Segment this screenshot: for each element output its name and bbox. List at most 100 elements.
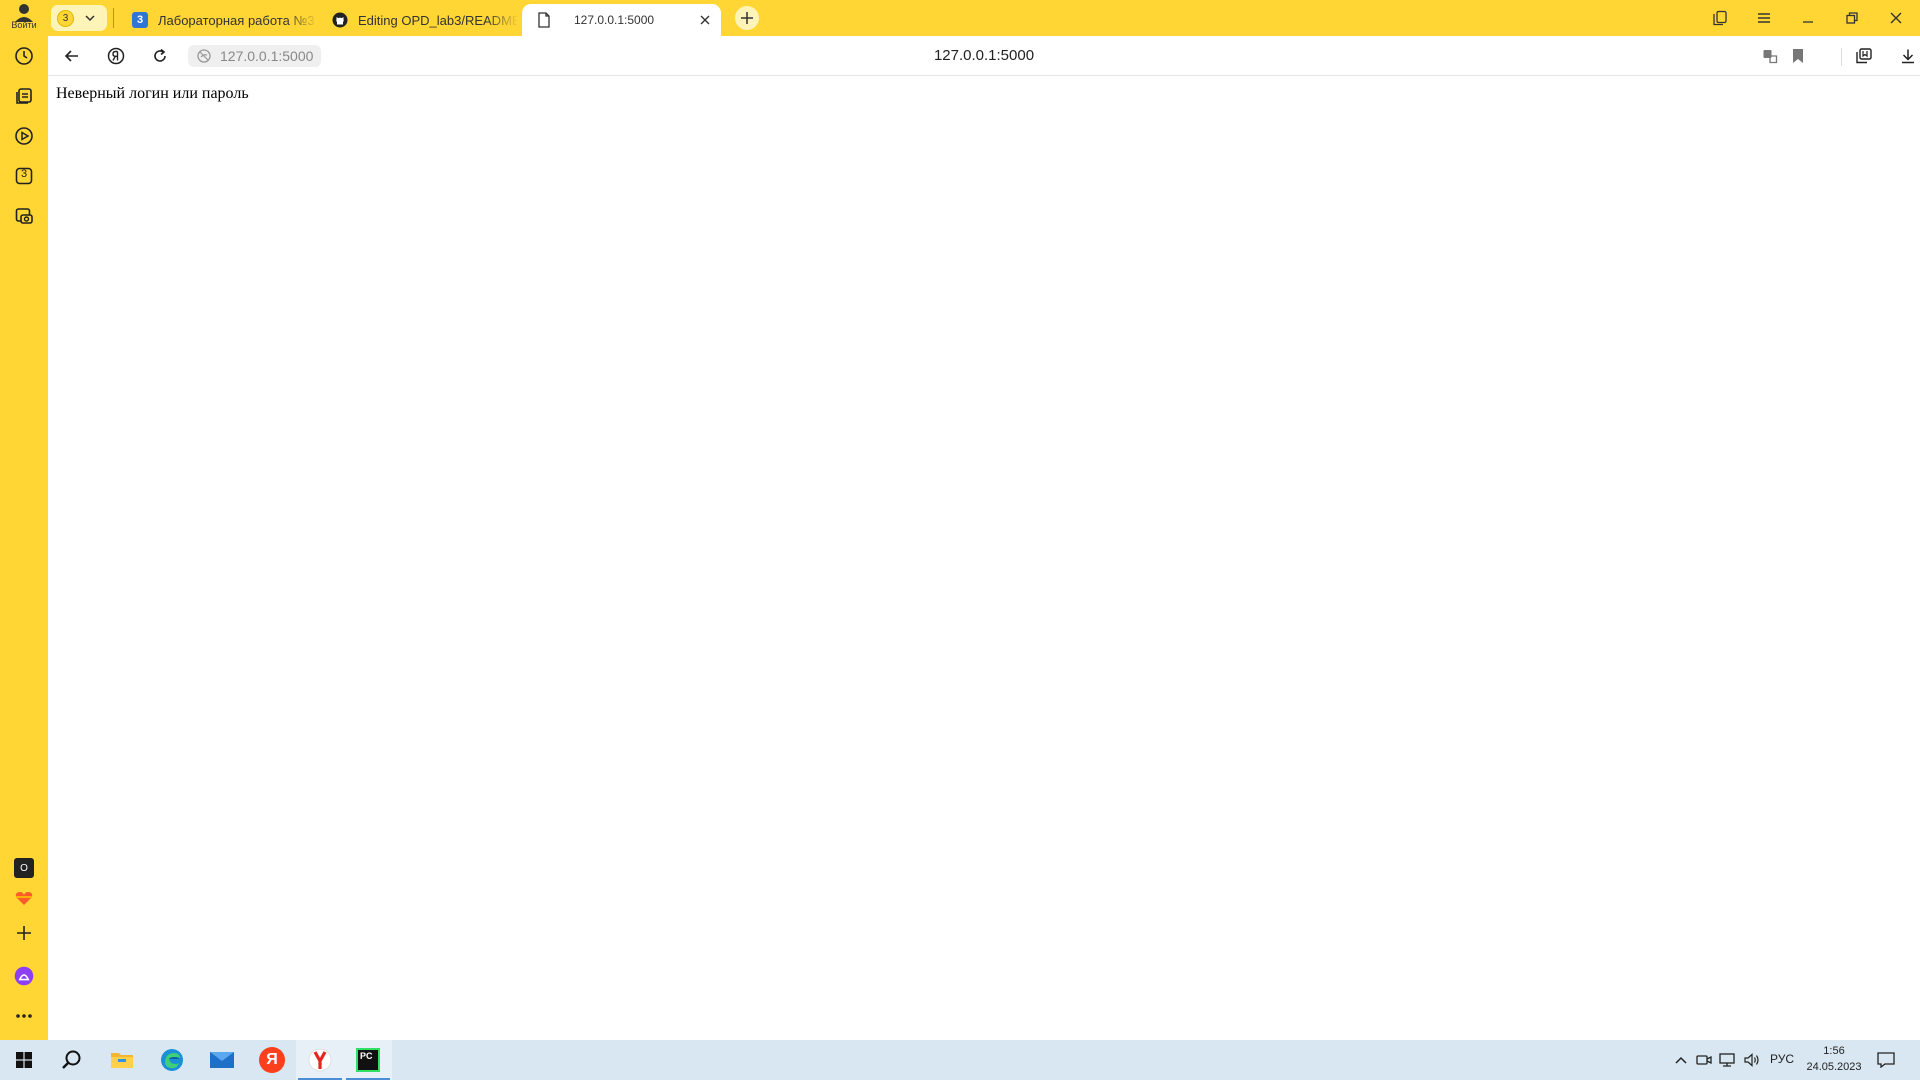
pycharm-button[interactable]: PC [344, 1040, 392, 1080]
counter-app-button[interactable]: 3 [8, 160, 40, 192]
search-button[interactable] [48, 1040, 96, 1080]
download-icon [1902, 49, 1914, 64]
network-icon [1719, 1053, 1735, 1067]
tab-favicon-3: 3 [132, 12, 148, 28]
keyboard-language[interactable]: РУС [1770, 1052, 1794, 1066]
tab-title: 127.0.0.1:5000 [574, 13, 655, 27]
video-button[interactable] [8, 120, 40, 152]
tab-close-button[interactable] [697, 12, 713, 28]
alice-icon [14, 966, 34, 986]
yandex-letter: Я [266, 1051, 278, 1068]
toolbar-separator [1841, 48, 1842, 66]
sidebar-app-badge[interactable]: O [8, 852, 40, 884]
camera-tray-icon [1696, 1055, 1712, 1065]
translate-button[interactable] [1758, 44, 1782, 68]
more-button[interactable] [8, 1000, 40, 1032]
history-button[interactable] [8, 40, 40, 72]
folder-icon [111, 1053, 133, 1068]
square-badge-icon: O [14, 858, 34, 878]
tab-title: Editing OPD_lab3/README.md [358, 12, 518, 28]
downloads-button[interactable] [1896, 44, 1920, 68]
yandex-browser-button[interactable] [296, 1040, 344, 1080]
camera-icon [15, 208, 33, 224]
tab-github-editing[interactable]: Editing OPD_lab3/README.md [318, 4, 518, 36]
user-icon [15, 4, 33, 22]
notification-icon [1877, 1052, 1895, 1068]
github-icon [332, 12, 348, 28]
hamburger-menu-icon [1758, 13, 1770, 23]
tab-counter-button[interactable]: 3 [51, 5, 107, 31]
tab-divider [113, 8, 114, 28]
play-icon [15, 127, 33, 145]
arrow-left-icon [64, 50, 78, 62]
yandex-search-icon: Я [259, 1047, 285, 1073]
protection-icon [197, 49, 211, 63]
yandex-button[interactable] [104, 44, 128, 68]
chevron-down-icon [85, 15, 95, 22]
tab-count-badge: 3 [57, 9, 74, 27]
page-content: Неверный логин или пароль [48, 77, 1920, 1040]
login-button[interactable]: Войти [0, 2, 48, 34]
new-tab-button[interactable] [735, 6, 759, 30]
minimize-button[interactable] [1796, 6, 1820, 30]
clock-date: 24.05.2023 [1806, 1061, 1862, 1073]
tab-title: Лабораторная работа №3 [158, 12, 315, 28]
login-label: Войти [11, 20, 37, 30]
restore-button[interactable] [1840, 6, 1864, 30]
reload-icon [154, 48, 166, 62]
mail-button[interactable] [198, 1040, 246, 1080]
tab-lab-work[interactable]: 3 Лабораторная работа №3 [118, 4, 318, 36]
sidebar-app-market[interactable] [8, 882, 40, 914]
tray-overflow-button[interactable] [1671, 1050, 1691, 1070]
page-icon [536, 12, 552, 28]
url-display[interactable]: 127.0.0.1:5000 [934, 47, 1034, 64]
more-dots-icon [16, 1014, 32, 1018]
notifications-button[interactable] [1876, 1050, 1896, 1070]
address-bar: 127.0.0.1:5000 127.0.0.1:5000 [48, 36, 1920, 76]
file-explorer-button[interactable] [98, 1040, 146, 1080]
alice-button[interactable] [8, 960, 40, 992]
error-message: Неверный логин или пароль [56, 85, 249, 102]
collections-button[interactable] [8, 80, 40, 112]
collections-toolbar-button[interactable] [1852, 44, 1876, 68]
close-window-button[interactable] [1884, 6, 1908, 30]
tab-localhost[interactable]: 127.0.0.1:5000 [522, 4, 721, 36]
counter-app-label: 3 [20, 168, 28, 180]
heart-shop-icon [15, 892, 33, 905]
close-icon [700, 15, 710, 25]
tray-volume-button[interactable] [1742, 1050, 1762, 1070]
collections-icon [1856, 48, 1872, 64]
bookmark-button[interactable] [1786, 44, 1810, 68]
site-domain: 127.0.0.1:5000 [220, 48, 314, 64]
square-badge-label: O [20, 862, 28, 874]
mail-icon [210, 1052, 234, 1068]
plus-icon [741, 12, 753, 24]
collections-icon [16, 88, 32, 104]
edge-icon [161, 1049, 183, 1071]
clock-time: 1:56 [1823, 1045, 1845, 1057]
yandex-logo-icon [107, 47, 125, 65]
tab-favicon-label: 3 [136, 14, 144, 26]
chevron-up-icon [1675, 1056, 1687, 1064]
windows-logo-icon [16, 1052, 32, 1068]
tray-meet-button[interactable] [1694, 1050, 1714, 1070]
search-icon [62, 1050, 81, 1069]
screenshot-button[interactable] [8, 200, 40, 232]
tab-strip: 3 3 Лабораторная работа №3 Editing OPD_l… [48, 0, 1920, 36]
reload-button[interactable] [148, 44, 172, 68]
tray-clock[interactable]: 1:56 24.05.2023 [1800, 1043, 1868, 1075]
close-icon [1890, 12, 1902, 24]
yandex-app-button[interactable]: Я [248, 1040, 296, 1080]
browser-sidebar: Войти 3 O [0, 0, 48, 1040]
tray-network-button[interactable] [1717, 1050, 1737, 1070]
tab-panel-button[interactable] [1708, 6, 1732, 30]
back-button[interactable] [60, 44, 84, 68]
add-sidebar-app-button[interactable] [8, 917, 40, 949]
site-info-chip[interactable]: 127.0.0.1:5000 [188, 45, 322, 67]
start-button[interactable] [0, 1040, 48, 1080]
speaker-icon [1744, 1053, 1759, 1067]
minimize-icon [1803, 21, 1813, 23]
clock-icon [15, 47, 33, 65]
menu-button[interactable] [1752, 6, 1776, 30]
edge-button[interactable] [148, 1040, 196, 1080]
